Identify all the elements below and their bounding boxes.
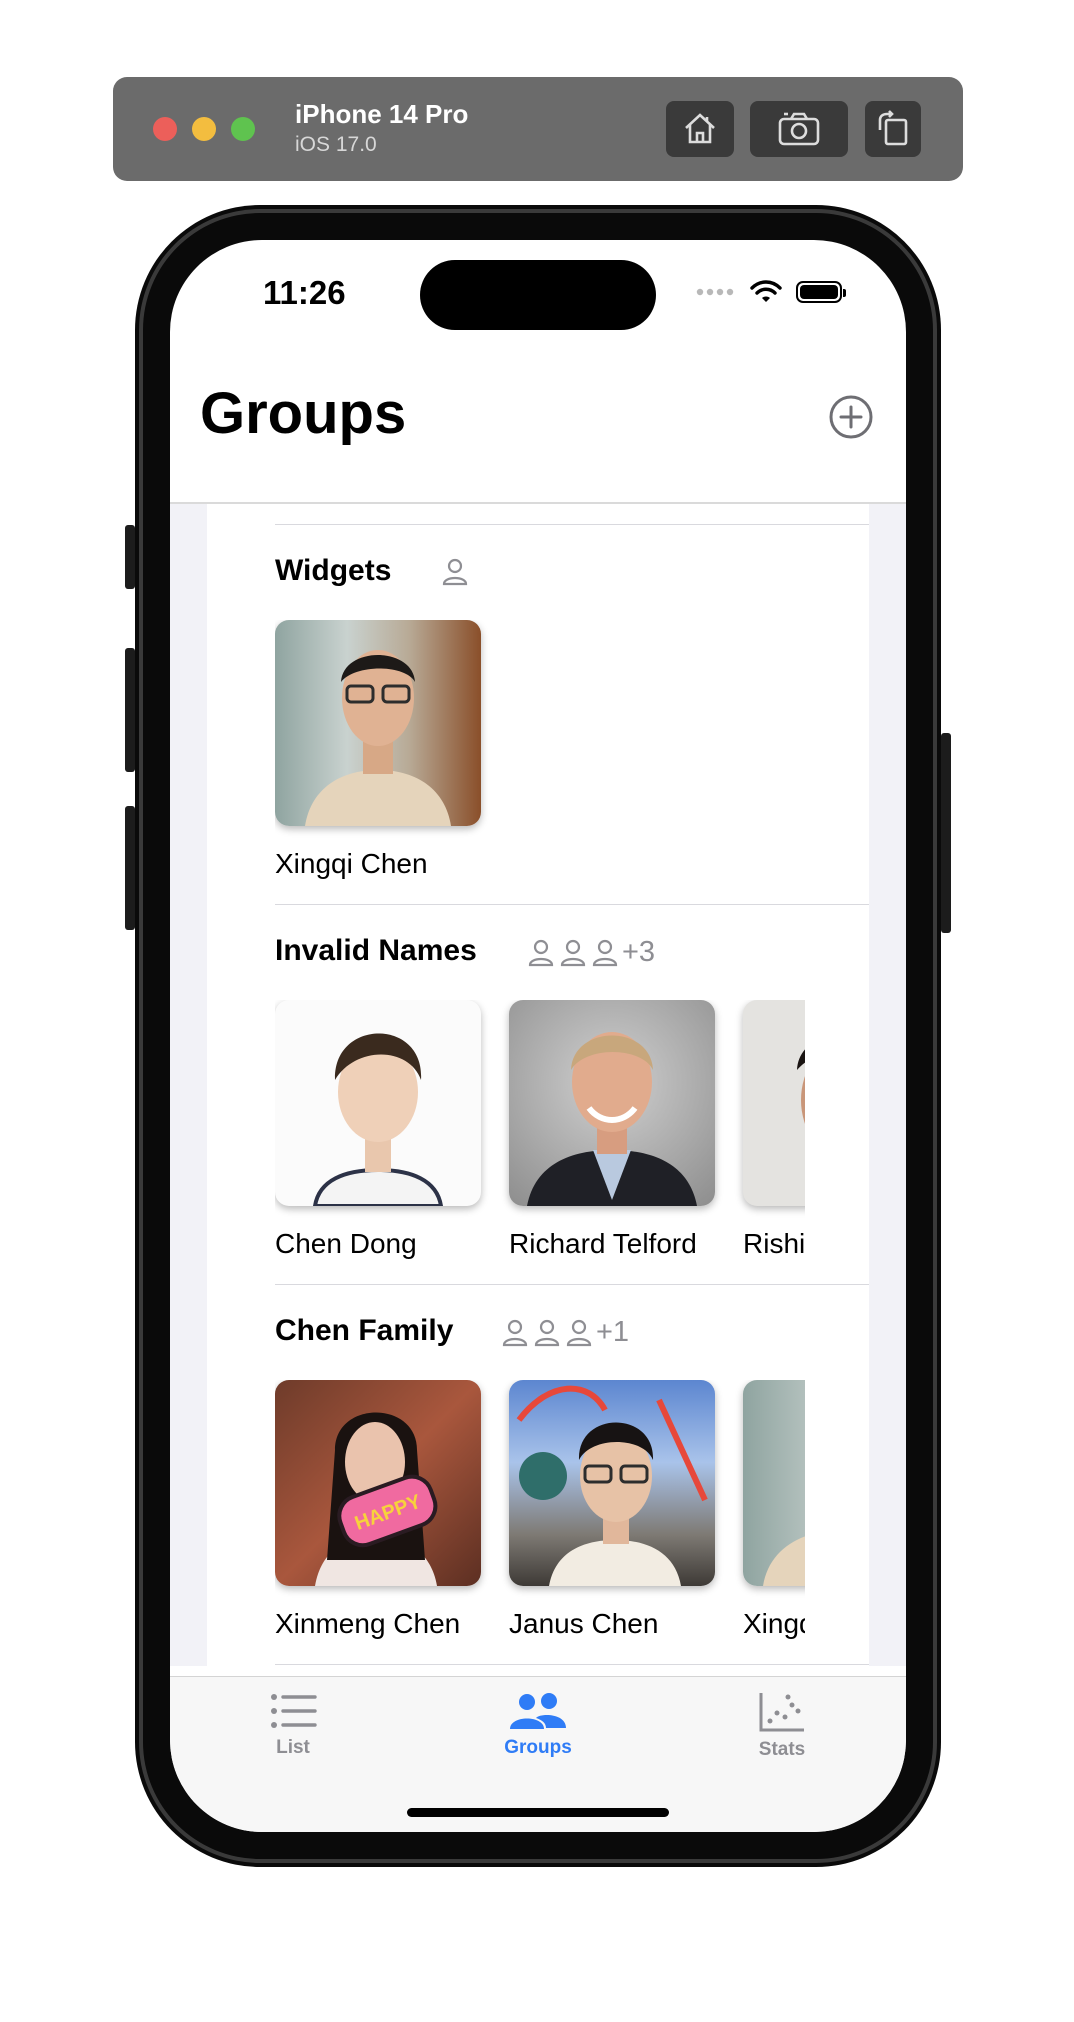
member-card[interactable]: Rishi xyxy=(743,1000,805,1259)
member-card[interactable]: Janus Chen xyxy=(509,1380,715,1639)
group-title[interactable]: Chen Family xyxy=(275,1314,453,1348)
avatar xyxy=(305,650,451,826)
tab-label: Groups xyxy=(504,1737,572,1758)
phone-screen: 11:26 Groups Widgets Xingqi Chen Invalid… xyxy=(170,240,906,1832)
member-count-indicator xyxy=(440,556,470,588)
tab-groups[interactable]: Groups xyxy=(478,1691,598,1759)
avatar xyxy=(763,1536,805,1586)
people-icon xyxy=(510,1693,566,1729)
os-version: iOS 17.0 xyxy=(295,133,377,156)
member-name: Xingq xyxy=(743,1608,805,1639)
member-name: Richard Telford xyxy=(509,1228,697,1259)
volume-up-button xyxy=(125,648,135,772)
home-indicator[interactable] xyxy=(407,1808,669,1817)
minimize-window-button[interactable] xyxy=(192,117,216,141)
person-icon xyxy=(534,1319,560,1346)
person-icon xyxy=(560,939,586,966)
group-title[interactable]: Widgets xyxy=(275,554,391,588)
member-photo xyxy=(743,1380,805,1586)
avatar xyxy=(527,1032,697,1206)
avatar: HAPPY xyxy=(315,1412,438,1586)
group-members-strip[interactable]: Chen Dong Richard Telford Rishi xyxy=(275,1000,805,1260)
simulator-title-bar: iPhone 14 Pro iOS 17.0 xyxy=(113,77,963,181)
member-count-indicator: +3 xyxy=(526,936,655,969)
close-window-button[interactable] xyxy=(153,117,177,141)
battery-icon xyxy=(796,281,846,303)
member-photo xyxy=(509,1000,715,1206)
tab-label: List xyxy=(276,1737,310,1758)
extra-member-count: +1 xyxy=(596,1316,630,1348)
page-title: Groups xyxy=(200,381,407,446)
avatar xyxy=(797,1049,805,1124)
rotate-button[interactable] xyxy=(865,101,921,157)
avatar xyxy=(312,1033,444,1206)
member-card[interactable]: Chen Dong xyxy=(275,1000,481,1259)
member-photo xyxy=(275,620,481,826)
row-divider xyxy=(275,524,869,525)
member-name: Xinmeng Chen xyxy=(275,1608,461,1639)
groups-scroll-view[interactable]: Widgets Xingqi Chen Invalid Names +3 Che… xyxy=(170,504,906,1666)
member-card[interactable]: Xingqi Chen xyxy=(275,620,481,879)
member-name: Rishi xyxy=(743,1228,805,1259)
member-name: Chen Dong xyxy=(275,1228,417,1259)
row-divider xyxy=(275,1664,869,1665)
zoom-window-button[interactable] xyxy=(231,117,255,141)
person-icon xyxy=(502,1319,528,1346)
group-members-strip[interactable]: Xingqi Chen xyxy=(275,620,805,880)
person-icon xyxy=(442,558,468,586)
member-photo xyxy=(743,1000,805,1206)
status-indicators xyxy=(696,280,846,304)
wifi-icon xyxy=(750,280,782,302)
scatter-chart-icon xyxy=(759,1693,804,1732)
power-button xyxy=(941,733,951,933)
avatar xyxy=(516,1385,708,1586)
member-photo xyxy=(275,1000,481,1206)
member-photo: HAPPY xyxy=(275,1380,481,1586)
home-button[interactable] xyxy=(666,101,734,157)
dynamic-island xyxy=(420,260,656,330)
home-icon xyxy=(685,113,715,144)
member-count-indicator: +1 xyxy=(500,1316,629,1349)
cellular-signal-icon xyxy=(696,288,734,296)
row-divider xyxy=(275,1284,869,1285)
group-members-strip[interactable]: HAPPY Xinmeng Chen Janus Chen Xing xyxy=(275,1380,805,1640)
row-divider xyxy=(275,904,869,905)
screenshot-icon xyxy=(778,112,820,146)
plus-circle-icon[interactable] xyxy=(828,394,874,440)
member-card[interactable]: HAPPY Xinmeng Chen xyxy=(275,1380,481,1639)
tab-list[interactable]: List xyxy=(233,1691,353,1759)
tab-label: Stats xyxy=(758,1739,806,1760)
person-icon xyxy=(592,939,618,966)
person-icon xyxy=(528,939,554,966)
volume-down-button xyxy=(125,806,135,930)
action-button xyxy=(125,525,135,589)
screenshot-button[interactable] xyxy=(750,101,848,157)
list-icon xyxy=(271,1694,317,1728)
member-card[interactable]: Richard Telford xyxy=(509,1000,715,1259)
person-icon xyxy=(566,1319,592,1346)
extra-member-count: +3 xyxy=(622,936,656,968)
status-time: 11:26 xyxy=(263,274,346,311)
member-name: Xingqi Chen xyxy=(275,848,428,879)
member-name: Janus Chen xyxy=(509,1608,659,1639)
group-title[interactable]: Invalid Names xyxy=(275,934,477,968)
device-name: iPhone 14 Pro xyxy=(295,99,469,129)
member-card[interactable]: Xingq xyxy=(743,1380,805,1639)
rotate-icon xyxy=(878,110,908,146)
member-photo xyxy=(509,1380,715,1586)
tab-stats[interactable]: Stats xyxy=(722,1691,842,1761)
